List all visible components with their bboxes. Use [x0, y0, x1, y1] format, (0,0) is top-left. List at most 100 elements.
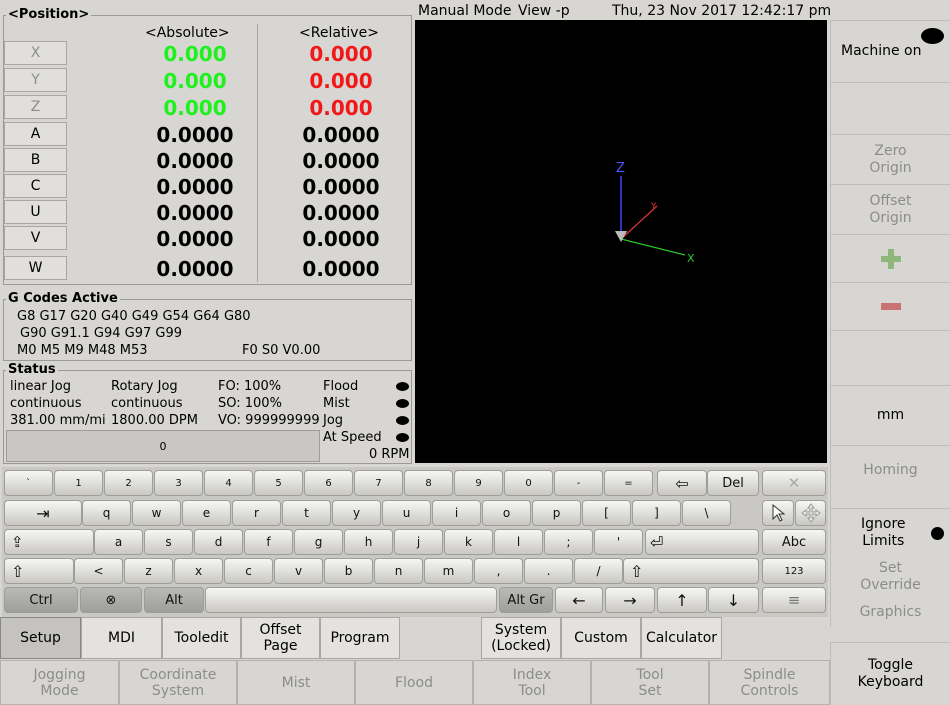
key-2[interactable]: x: [174, 558, 223, 584]
axis-button-u[interactable]: U: [4, 200, 67, 224]
index-tool-button[interactable]: Index Tool: [473, 660, 591, 705]
key-9[interactable]: ;: [544, 529, 593, 555]
key-7[interactable]: m: [424, 558, 473, 584]
key-6[interactable]: j: [394, 529, 443, 555]
key-11[interactable]: -: [554, 470, 603, 496]
key-0[interactable]: `: [4, 470, 53, 496]
right-shift-key[interactable]: ⇧: [623, 558, 759, 584]
axis-button-c[interactable]: C: [4, 174, 67, 198]
key-9[interactable]: .: [524, 558, 573, 584]
side-empty-2[interactable]: [830, 330, 950, 385]
key-2[interactable]: d: [194, 529, 243, 555]
key-2[interactable]: e: [182, 500, 231, 526]
axis-button-a[interactable]: A: [4, 122, 67, 146]
key-8[interactable]: l: [494, 529, 543, 555]
key-3[interactable]: f: [244, 529, 293, 555]
axis-button-z[interactable]: Z: [4, 95, 67, 119]
pointer-key[interactable]: [762, 500, 794, 526]
preview-3d-view[interactable]: Z X Y: [415, 20, 827, 463]
key-5[interactable]: y: [332, 500, 381, 526]
key-8[interactable]: ,: [474, 558, 523, 584]
key-6[interactable]: 6: [304, 470, 353, 496]
backspace-key[interactable]: ⇦: [657, 470, 707, 496]
axis-button-b[interactable]: B: [4, 148, 67, 172]
tab-setup[interactable]: Setup: [0, 617, 81, 659]
alt-gr-key[interactable]: Alt Gr: [499, 587, 553, 613]
key-7[interactable]: 7: [354, 470, 403, 496]
jog-plus-button[interactable]: [830, 234, 950, 282]
axis-button-x[interactable]: X: [4, 41, 67, 65]
key-8[interactable]: 8: [404, 470, 453, 496]
mist-button[interactable]: Mist: [237, 660, 355, 705]
toggle-keyboard-button[interactable]: Toggle Keyboard: [830, 642, 950, 705]
delete-key[interactable]: Del: [707, 470, 759, 496]
key-0[interactable]: a: [94, 529, 143, 555]
menu-key[interactable]: ≡: [762, 587, 826, 613]
arrow-left-key[interactable]: ←: [555, 587, 603, 613]
tab-offset-page[interactable]: Offset Page: [241, 617, 320, 659]
ctrl-key[interactable]: Ctrl: [4, 587, 78, 613]
key-7[interactable]: k: [444, 529, 493, 555]
key-3[interactable]: c: [224, 558, 273, 584]
close-keyboard-key[interactable]: ✕: [762, 470, 826, 496]
jogging-mode-button[interactable]: Jogging Mode: [0, 660, 119, 705]
settings-key[interactable]: ⊗: [80, 587, 142, 613]
left-shift-key[interactable]: ⇧: [4, 558, 74, 584]
key-5[interactable]: b: [324, 558, 373, 584]
flood-button[interactable]: Flood: [355, 660, 473, 705]
caps-lock-key[interactable]: ⇪: [4, 529, 94, 555]
key-6[interactable]: u: [382, 500, 431, 526]
graphics-button[interactable]: Graphics: [830, 597, 950, 627]
tool-set-button[interactable]: Tool Set: [591, 660, 709, 705]
key-0[interactable]: q: [82, 500, 131, 526]
jog-minus-button[interactable]: [830, 282, 950, 330]
key-1[interactable]: z: [124, 558, 173, 584]
key-6[interactable]: n: [374, 558, 423, 584]
key-1[interactable]: s: [144, 529, 193, 555]
space-key[interactable]: [205, 587, 497, 613]
units-button[interactable]: mm: [830, 385, 950, 445]
key-12[interactable]: =: [604, 470, 653, 496]
key-10[interactable]: /: [574, 558, 623, 584]
key-3[interactable]: r: [232, 500, 281, 526]
homing-button[interactable]: Homing: [830, 445, 950, 508]
arrow-down-key[interactable]: ↓: [708, 587, 759, 613]
enter-key[interactable]: ⏎: [645, 529, 759, 555]
tab-key[interactable]: ⇥: [4, 500, 82, 526]
side-empty-1[interactable]: [830, 82, 950, 134]
move-key[interactable]: [795, 500, 826, 526]
key-4[interactable]: t: [282, 500, 331, 526]
key-10[interactable]: ': [594, 529, 643, 555]
axis-button-y[interactable]: Y: [4, 68, 67, 92]
key-3[interactable]: 3: [154, 470, 203, 496]
key-12[interactable]: \: [682, 500, 731, 526]
alt-key[interactable]: Alt: [144, 587, 204, 613]
coordinate-system-button[interactable]: Coordinate System: [119, 660, 237, 705]
arrow-up-key[interactable]: ↑: [657, 587, 707, 613]
key-8[interactable]: o: [482, 500, 531, 526]
key-10[interactable]: 0: [504, 470, 553, 496]
key-5[interactable]: 5: [254, 470, 303, 496]
zero-origin-button[interactable]: Zero Origin: [830, 134, 950, 184]
tab-program[interactable]: Program: [320, 617, 400, 659]
axis-button-w[interactable]: W: [4, 256, 67, 280]
key-4[interactable]: g: [294, 529, 343, 555]
key-4[interactable]: 4: [204, 470, 253, 496]
abc-key[interactable]: Abc: [762, 529, 826, 555]
key-4[interactable]: v: [274, 558, 323, 584]
key-1[interactable]: 1: [54, 470, 103, 496]
set-override-button[interactable]: Set Override: [830, 556, 950, 597]
key-5[interactable]: h: [344, 529, 393, 555]
tab-calculator[interactable]: Calculator: [641, 617, 722, 659]
offset-origin-button[interactable]: Offset Origin: [830, 184, 950, 234]
axis-button-v[interactable]: V: [4, 226, 67, 250]
tab-mdi[interactable]: MDI: [81, 617, 162, 659]
key-11[interactable]: ]: [632, 500, 681, 526]
key-1[interactable]: w: [132, 500, 181, 526]
tab-custom[interactable]: Custom: [561, 617, 641, 659]
tab-system[interactable]: System (Locked): [481, 617, 561, 659]
key-10[interactable]: [: [582, 500, 631, 526]
tab-tooledit[interactable]: Tooledit: [162, 617, 241, 659]
numeric-key[interactable]: 123: [762, 558, 826, 584]
key-0[interactable]: <: [74, 558, 123, 584]
